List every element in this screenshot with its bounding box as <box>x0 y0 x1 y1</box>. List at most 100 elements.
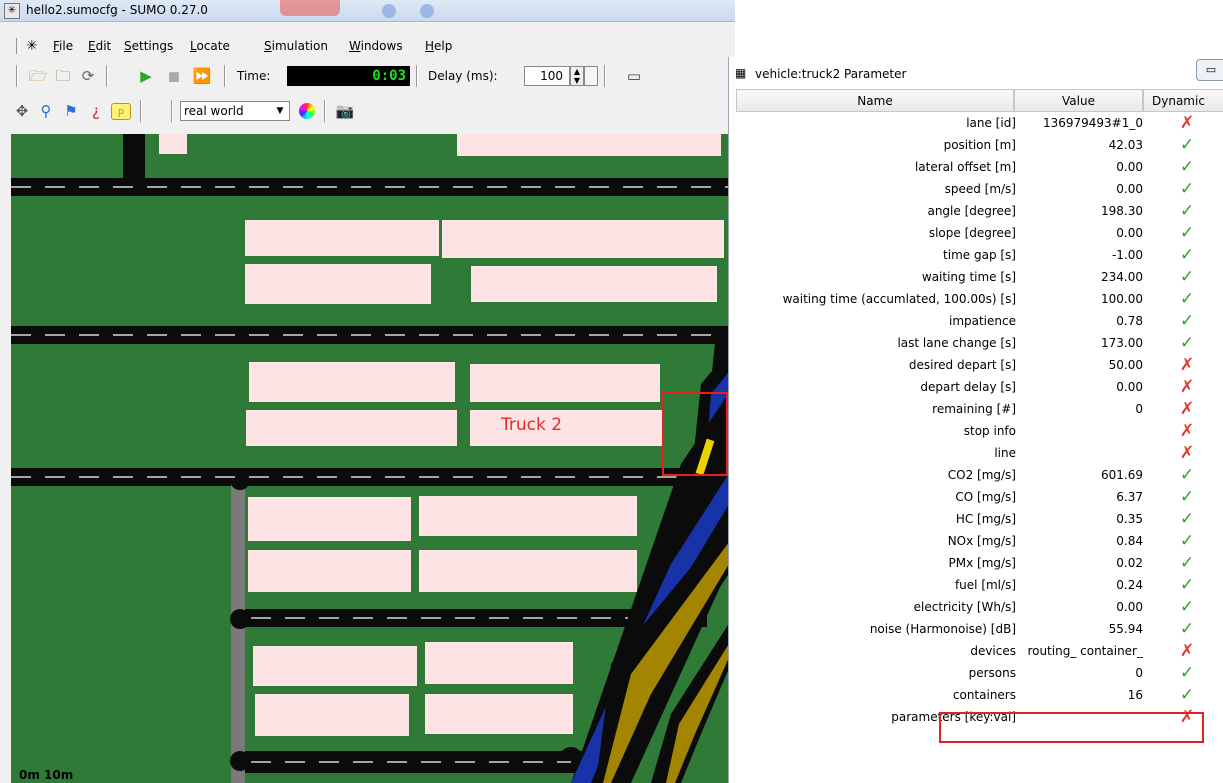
table-row[interactable]: CO2 [mg/s] 601.69 ✓ <box>736 465 1223 487</box>
sumo-main-window: ✳ hello2.sumocfg - SUMO 0.27.0 ✳ File Ed… <box>0 0 735 783</box>
cross-icon: ✗ <box>1179 399 1195 419</box>
table-row[interactable]: lane [id] 136979493#1_0 ✗ <box>736 113 1223 135</box>
building <box>249 362 455 402</box>
delay-slider[interactable] <box>584 66 598 86</box>
check-icon: ✓ <box>1179 201 1195 221</box>
recenter-icon[interactable]: ✥ <box>12 101 32 121</box>
parameter-value: -1.00 <box>1111 248 1143 262</box>
parameter-value: 136979493#1_0 <box>1042 116 1143 130</box>
table-row[interactable]: PMx [mg/s] 0.02 ✓ <box>736 553 1223 575</box>
table-row[interactable]: HC [mg/s] 0.35 ✓ <box>736 509 1223 531</box>
toolbar-separator <box>324 100 326 122</box>
parameter-name: lane [id] <box>966 116 1016 130</box>
parameter-value: 6.37 <box>1116 490 1143 504</box>
menu-help[interactable]: Help <box>425 39 452 53</box>
parameter-dialog: ▦ vehicle:truck2 Parameter ▭ Name Value … <box>728 57 1223 783</box>
parameter-value: 0.00 <box>1116 160 1143 174</box>
reload-icon[interactable]: ⟳ <box>78 66 98 86</box>
table-row[interactable]: time gap [s] -1.00 ✓ <box>736 245 1223 267</box>
open-network-icon[interactable]: 🗀 <box>53 66 73 86</box>
parameter-name: line <box>994 446 1016 460</box>
check-icon: ✓ <box>1179 267 1195 287</box>
parameter-name: last lane change [s] <box>897 336 1016 350</box>
parameter-value: 0.00 <box>1116 600 1143 614</box>
query-icon[interactable]: ¿ <box>86 101 106 121</box>
parameter-name: depart delay [s] <box>920 380 1016 394</box>
check-icon: ✓ <box>1179 311 1195 331</box>
table-row[interactable]: desired depart [s] 50.00 ✗ <box>736 355 1223 377</box>
table-row[interactable]: electricity [Wh/s] 0.00 ✓ <box>736 597 1223 619</box>
table-row[interactable]: speed [m/s] 0.00 ✓ <box>736 179 1223 201</box>
table-row[interactable]: NOx [mg/s] 0.84 ✓ <box>736 531 1223 553</box>
table-row[interactable]: CO [mg/s] 6.37 ✓ <box>736 487 1223 509</box>
table-row[interactable]: angle [degree] 198.30 ✓ <box>736 201 1223 223</box>
building <box>245 264 431 304</box>
menu-edit[interactable]: Edit <box>88 39 111 53</box>
column-header-dynamic[interactable]: Dynamic <box>1143 89 1223 112</box>
parameter-name: CO [mg/s] <box>955 490 1016 504</box>
truck-highlight-box <box>662 392 728 476</box>
tooltip-icon[interactable]: P <box>111 103 131 120</box>
time-label: Time: <box>237 69 271 83</box>
table-row[interactable]: waiting time (accumlated, 100.00s) [s] 10… <box>736 289 1223 311</box>
stop-icon[interactable]: ◼ <box>164 66 184 86</box>
table-row[interactable]: devices routing_ container_ ✗ <box>736 641 1223 663</box>
dialog-titlebar: ▦ vehicle:truck2 Parameter ▭ <box>729 57 1223 89</box>
toolbar-separator <box>224 65 226 87</box>
table-row[interactable]: fuel [ml/s] 0.24 ✓ <box>736 575 1223 597</box>
parameter-value: 0 <box>1135 666 1143 680</box>
cross-icon: ✗ <box>1179 421 1195 441</box>
parameter-name: position [m] <box>943 138 1016 152</box>
column-header-value[interactable]: Value <box>1014 89 1143 112</box>
parameter-value: 0.02 <box>1116 556 1143 570</box>
parameter-name: waiting time [s] <box>921 270 1016 284</box>
toolbar-separator <box>416 65 418 87</box>
new-window-icon[interactable]: ▭ <box>624 66 644 86</box>
toolbar-separator <box>106 65 108 87</box>
check-icon: ✓ <box>1179 663 1195 683</box>
view-scheme-value: real world <box>184 104 244 118</box>
table-row[interactable]: persons 0 ✓ <box>736 663 1223 685</box>
parameter-name: stop info <box>963 424 1016 438</box>
play-icon[interactable]: ▶ <box>136 66 156 86</box>
table-row[interactable]: slope [degree] 0.00 ✓ <box>736 223 1223 245</box>
table-row[interactable]: containers 16 ✓ <box>736 685 1223 707</box>
toolbar-separator <box>171 100 173 122</box>
menu-windows[interactable]: Windows <box>349 39 403 53</box>
menu-file[interactable]: File <box>53 39 73 53</box>
column-header-name[interactable]: Name <box>736 89 1014 112</box>
building <box>419 496 637 536</box>
delay-spinner[interactable]: ▲ ▼ <box>570 66 584 86</box>
menu-settings[interactable]: Settings <box>124 39 173 53</box>
table-row[interactable]: impatience 0.78 ✓ <box>736 311 1223 333</box>
parameter-name: containers <box>952 688 1016 702</box>
table-row[interactable]: position [m] 42.03 ✓ <box>736 135 1223 157</box>
table-row[interactable]: noise (Harmonoise) [dB] 55.94 ✓ <box>736 619 1223 641</box>
table-row[interactable]: stop info ✗ <box>736 421 1223 443</box>
menu-simulation[interactable]: Simulation <box>264 39 328 53</box>
screenshot-icon[interactable]: 📷 <box>335 101 355 121</box>
table-row[interactable]: waiting time [s] 234.00 ✓ <box>736 267 1223 289</box>
check-icon: ✓ <box>1179 531 1195 551</box>
window-title: hello2.sumocfg - SUMO 0.27.0 <box>26 3 208 17</box>
step-icon[interactable]: ⏩ <box>192 66 212 86</box>
parameter-name: NOx [mg/s] <box>947 534 1016 548</box>
table-row[interactable]: depart delay [s] 0.00 ✗ <box>736 377 1223 399</box>
table-row[interactable]: remaining [#] 0 ✗ <box>736 399 1223 421</box>
network-map-canvas[interactable]: Truck 2 0m 10m <box>11 134 735 783</box>
locate-icon[interactable]: ⚑ <box>61 101 81 121</box>
table-row[interactable]: last lane change [s] 173.00 ✓ <box>736 333 1223 355</box>
app-menu-icon[interactable]: ✳ <box>26 37 44 55</box>
zoom-icon[interactable]: ⚲ <box>36 101 56 121</box>
table-row[interactable]: lateral offset [m] 0.00 ✓ <box>736 157 1223 179</box>
open-folder-icon[interactable]: 🗁 <box>28 66 48 86</box>
minimize-button[interactable]: ▭ <box>1196 59 1223 81</box>
delay-input[interactable]: 100 <box>524 66 570 86</box>
table-row[interactable]: line ✗ <box>736 443 1223 465</box>
color-wheel-icon[interactable] <box>297 101 317 121</box>
menu-locate[interactable]: Locate <box>190 39 230 53</box>
menubar-grip <box>16 38 20 54</box>
parameter-value: 0.84 <box>1116 534 1143 548</box>
view-scheme-select[interactable]: real world ▼ <box>180 101 290 121</box>
chevron-down-icon: ▼ <box>276 106 284 116</box>
